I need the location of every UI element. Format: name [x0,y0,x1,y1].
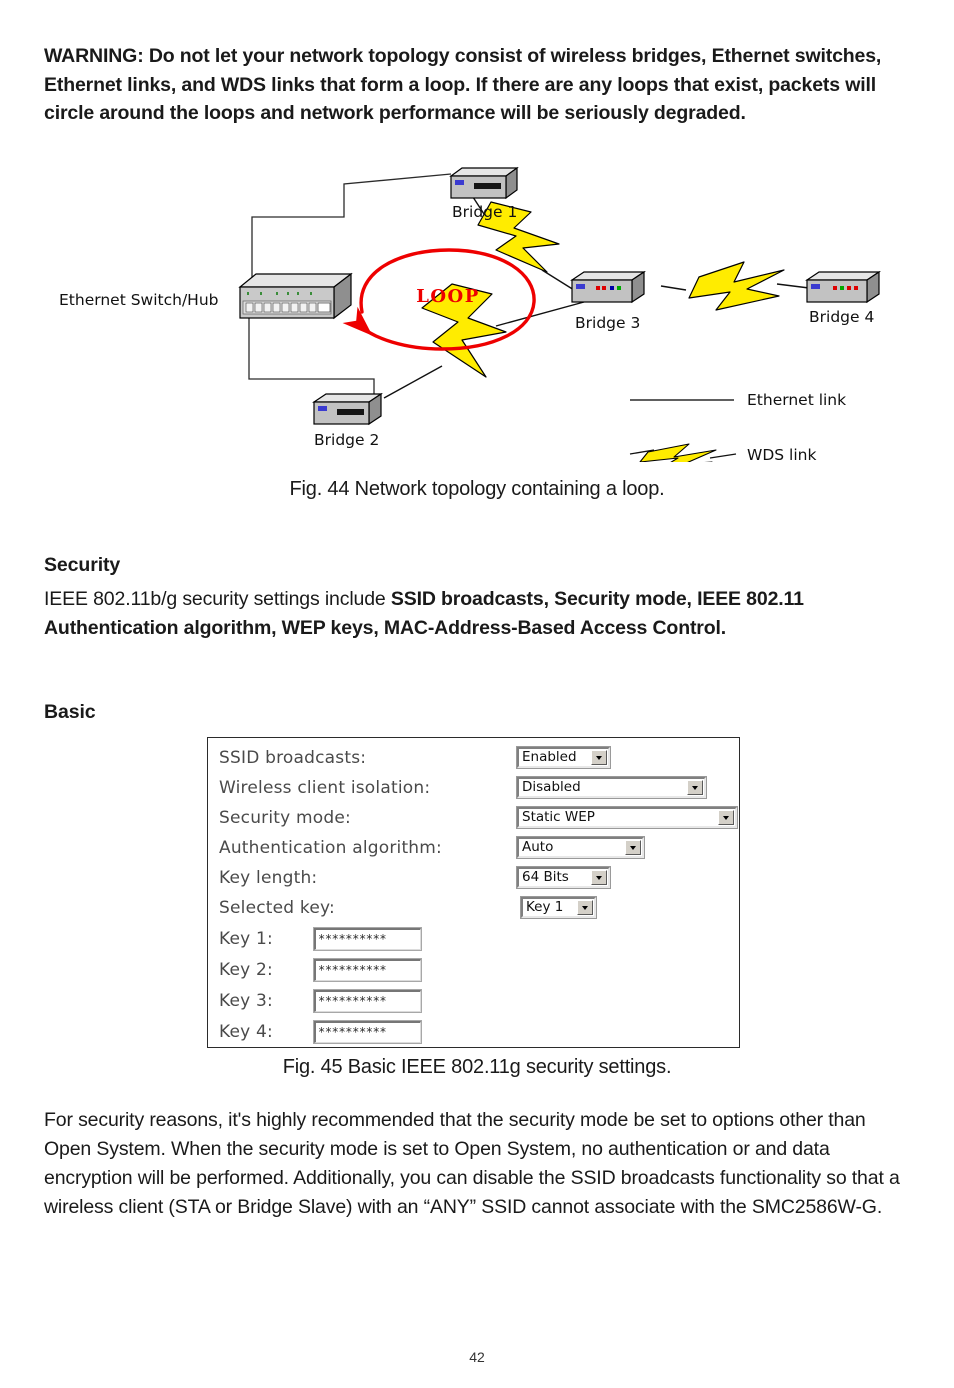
label-key-length: Key length: [219,868,318,888]
device-bridge-4 [805,270,881,304]
device-bridge-2 [312,392,383,426]
select-value-authentication-algorithm: Auto [522,839,554,855]
diagram-legend: Ethernet link WDS link [629,391,846,462]
label-selected-key: Selected key: [219,898,335,918]
select-value-ssid-broadcasts: Enabled [522,749,577,765]
label-authentication-algorithm: Authentication algorithm: [219,838,442,858]
label-key-1: Key 1: [219,929,273,949]
chevron-down-icon[interactable] [591,750,607,765]
legend-wds-bolt [629,443,737,462]
form-row-key-3: Key 3: ********** [208,989,739,1019]
loop-label: LOOP [416,286,480,307]
form-row-security-mode: Security mode: Static WEP [208,806,739,836]
device-label-switch: Ethernet Switch/Hub [59,291,218,309]
label-ssid-broadcasts: SSID broadcasts: [219,748,367,768]
chevron-down-icon[interactable] [577,900,593,915]
form-row-key-1: Key 1: ********** [208,927,739,957]
section-heading-basic: Basic [44,701,96,723]
label-security-mode: Security mode: [219,808,351,828]
device-label-bridge-2: Bridge 2 [314,431,379,449]
device-label-bridge-3: Bridge 3 [575,314,640,332]
input-key-3[interactable]: ********** [313,989,422,1013]
device-bridge-3 [570,270,646,304]
chevron-down-icon[interactable] [591,870,607,885]
form-row-key-4: Key 4: ********** [208,1020,739,1050]
label-key-2: Key 2: [219,960,273,980]
select-ssid-broadcasts[interactable]: Enabled [516,746,611,769]
device-ethernet-switch [238,272,353,320]
select-value-key-length: 64 Bits [522,869,569,885]
legend-label-wds: WDS link [747,446,816,462]
form-row-wireless-client-isolation: Wireless client isolation: Disabled [208,776,739,806]
warning-label: WARNING: [44,45,144,67]
select-value-wireless-client-isolation: Disabled [522,779,581,795]
section-heading-security: Security [44,554,121,576]
document-page: WARNING: Do not let your network topolog… [0,0,954,1388]
select-authentication-algorithm[interactable]: Auto [516,836,645,859]
form-row-authentication-algorithm: Authentication algorithm: Auto [208,836,739,866]
select-value-security-mode: Static WEP [522,809,595,825]
legend-label-ethernet: Ethernet link [747,391,846,409]
device-label-bridge-4: Bridge 4 [809,308,874,326]
select-selected-key[interactable]: Key 1 [520,896,597,919]
wds-bolt-b3-b4 [688,261,785,311]
input-key-4[interactable]: ********** [313,1020,422,1044]
security-intro-plain: IEEE 802.11b/g security settings include [44,588,391,610]
closing-paragraph: For security reasons, it's highly recomm… [44,1109,900,1218]
device-bridge-1 [449,166,519,200]
select-key-length[interactable]: 64 Bits [516,866,611,889]
warning-text: Do not let your network topology consist… [44,45,882,124]
chevron-down-icon[interactable] [718,810,734,825]
page-number: 42 [469,1349,485,1365]
label-key-4: Key 4: [219,1022,273,1042]
label-key-3: Key 3: [219,991,273,1011]
label-wireless-client-isolation: Wireless client isolation: [219,778,431,798]
input-key-2[interactable]: ********** [313,958,422,982]
figure-45-caption: Fig. 45 Basic IEEE 802.11g security sett… [282,1056,672,1078]
basic-security-settings-panel: SSID broadcasts: Enabled Wireless client… [207,737,740,1048]
form-row-key-length: Key length: 64 Bits [208,866,739,896]
select-value-selected-key: Key 1 [526,899,564,915]
chevron-down-icon[interactable] [625,840,641,855]
input-key-1[interactable]: ********** [313,927,422,951]
form-row-selected-key: Selected key: Key 1 [208,896,739,926]
form-row-ssid-broadcasts: SSID broadcasts: Enabled [208,746,739,776]
security-intro-paragraph: IEEE 802.11b/g security settings include… [44,585,910,643]
figure-44-caption: Fig. 44 Network topology containing a lo… [289,478,665,500]
form-row-key-2: Key 2: ********** [208,958,739,988]
device-label-bridge-1: Bridge 1 [452,203,517,221]
select-security-mode[interactable]: Static WEP [516,806,738,829]
select-wireless-client-isolation[interactable]: Disabled [516,776,707,799]
chevron-down-icon[interactable] [687,780,703,795]
network-topology-diagram: LOOP Ethernet Switch/Hub Bridge 1 Bridge… [44,162,910,462]
warning-paragraph: WARNING: Do not let your network topolog… [44,42,910,128]
